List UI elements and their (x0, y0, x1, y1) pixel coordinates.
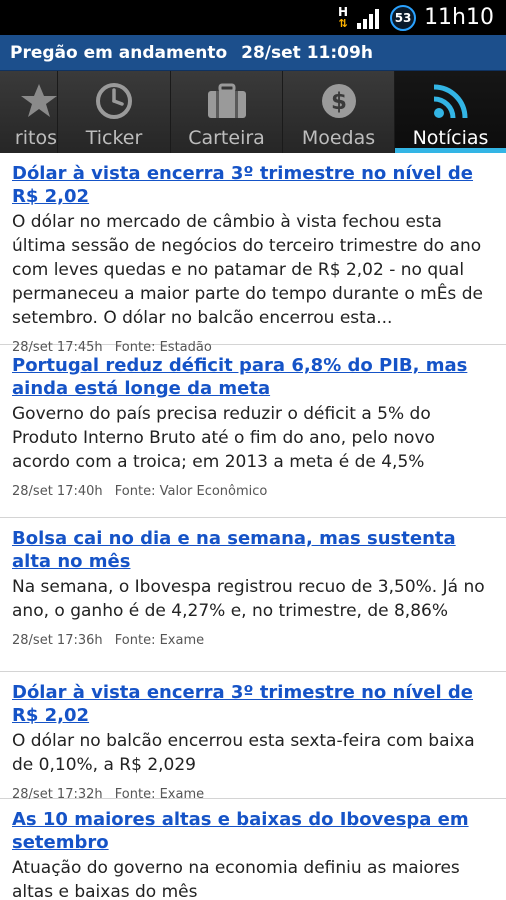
tab-ticker[interactable]: Ticker (58, 71, 171, 153)
news-list: Dólar à vista encerra 3º trimestre no ní… (0, 153, 506, 900)
news-source: Fonte: Exame (114, 787, 205, 802)
news-summary: Na semana, o Ibovespa registrou recuo de… (12, 577, 485, 621)
news-headline-link[interactable]: Dólar à vista encerra 3º trimestre no ní… (12, 162, 494, 208)
signal-strength-icon (357, 8, 380, 29)
news-timestamp: 28/set 17:36h (12, 633, 103, 648)
market-status-text: Pregão em andamento (10, 42, 228, 63)
market-status-banner: Pregão em andamento 28/set 11:09h (0, 35, 506, 71)
rss-icon (433, 84, 467, 119)
news-item[interactable]: Portugal reduz déficit para 6,8% do PIB,… (0, 345, 506, 518)
news-headline-link[interactable]: As 10 maiores altas e baixas do Ibovespa… (12, 808, 494, 854)
tab-bar: ritos Ticker Carteira $ Moedas Notícias (0, 71, 506, 153)
news-timestamp: 28/set 17:40h (12, 484, 103, 499)
news-meta: 28/set 17:40h Fonte: Valor Econômico (12, 484, 494, 500)
network-type-icon: H ⇅ (338, 6, 348, 30)
news-headline-link[interactable]: Portugal reduz déficit para 6,8% do PIB,… (12, 354, 494, 400)
tab-label-noticias: Notícias (412, 127, 489, 149)
tab-carteira[interactable]: Carteira (171, 71, 283, 153)
briefcase-icon (207, 83, 246, 118)
news-timestamp: 28/set 17:45h (12, 340, 103, 355)
tab-favoritos[interactable]: ritos (0, 71, 58, 153)
news-headline-link[interactable]: Dólar à vista encerra 3º trimestre no ní… (12, 681, 494, 727)
news-timestamp: 28/set 17:32h (12, 787, 103, 802)
news-summary: Atuação do governo na economia definiu a… (12, 858, 460, 900)
news-headline-link[interactable]: Bolsa cai no dia e na semana, mas susten… (12, 527, 494, 573)
tab-moedas[interactable]: $ Moedas (283, 71, 395, 153)
news-summary: Governo do país precisa reduzir o défici… (12, 404, 435, 472)
tab-label-ticker: Ticker (85, 127, 143, 149)
news-summary: O dólar no balcão encerrou esta sexta-fe… (12, 731, 475, 775)
news-meta: 28/set 17:36h Fonte: Exame (12, 633, 494, 649)
news-source: Fonte: Valor Econômico (114, 484, 268, 499)
notification-count-badge: 53 (390, 4, 417, 31)
clock-time: 11h10 (424, 5, 494, 30)
clock-icon (96, 83, 132, 119)
news-item[interactable]: As 10 maiores altas e baixas do Ibovespa… (0, 799, 506, 900)
news-source: Fonte: Estadão (114, 340, 212, 355)
dollar-coin-icon: $ (321, 84, 356, 118)
tab-label-moedas: Moedas (301, 127, 376, 149)
tab-noticias[interactable]: Notícias (395, 71, 506, 153)
tab-label-carteira: Carteira (188, 127, 265, 149)
data-activity-icon: ⇅ (338, 16, 348, 30)
news-item[interactable]: Bolsa cai no dia e na semana, mas susten… (0, 518, 506, 672)
tab-label-favoritos: ritos (14, 127, 57, 149)
news-source: Fonte: Exame (114, 633, 205, 648)
news-summary: O dólar no mercado de câmbio à vista fec… (12, 212, 483, 328)
star-icon (21, 84, 57, 117)
svg-text:$: $ (330, 89, 346, 115)
news-item[interactable]: Dólar à vista encerra 3º trimestre no ní… (0, 153, 506, 355)
status-bar: H ⇅ 53 11h10 (0, 0, 506, 35)
market-status-datetime: 28/set 11:09h (241, 42, 373, 63)
news-item[interactable]: Dólar à vista encerra 3º trimestre no ní… (0, 672, 506, 802)
status-bar-icons: H ⇅ 53 11h10 (338, 0, 494, 35)
